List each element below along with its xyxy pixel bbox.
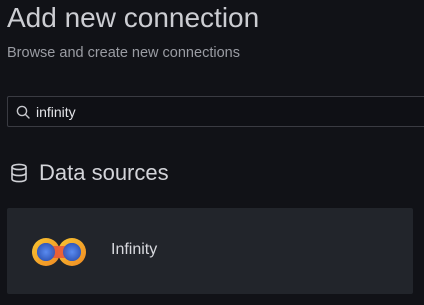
page-title: Add new connection xyxy=(7,2,260,33)
search-box[interactable] xyxy=(7,96,424,127)
infinity-logo-icon xyxy=(32,238,86,266)
section-header: Data sources xyxy=(10,158,169,188)
search-icon xyxy=(16,105,30,119)
database-icon xyxy=(11,163,27,183)
search-input[interactable] xyxy=(36,97,416,126)
section-title: Data sources xyxy=(39,160,169,185)
datasource-card-label: Infinity xyxy=(111,241,158,258)
page-subtitle: Browse and create new connections xyxy=(7,45,240,61)
datasource-card-infinity[interactable]: Infinity xyxy=(7,208,413,294)
